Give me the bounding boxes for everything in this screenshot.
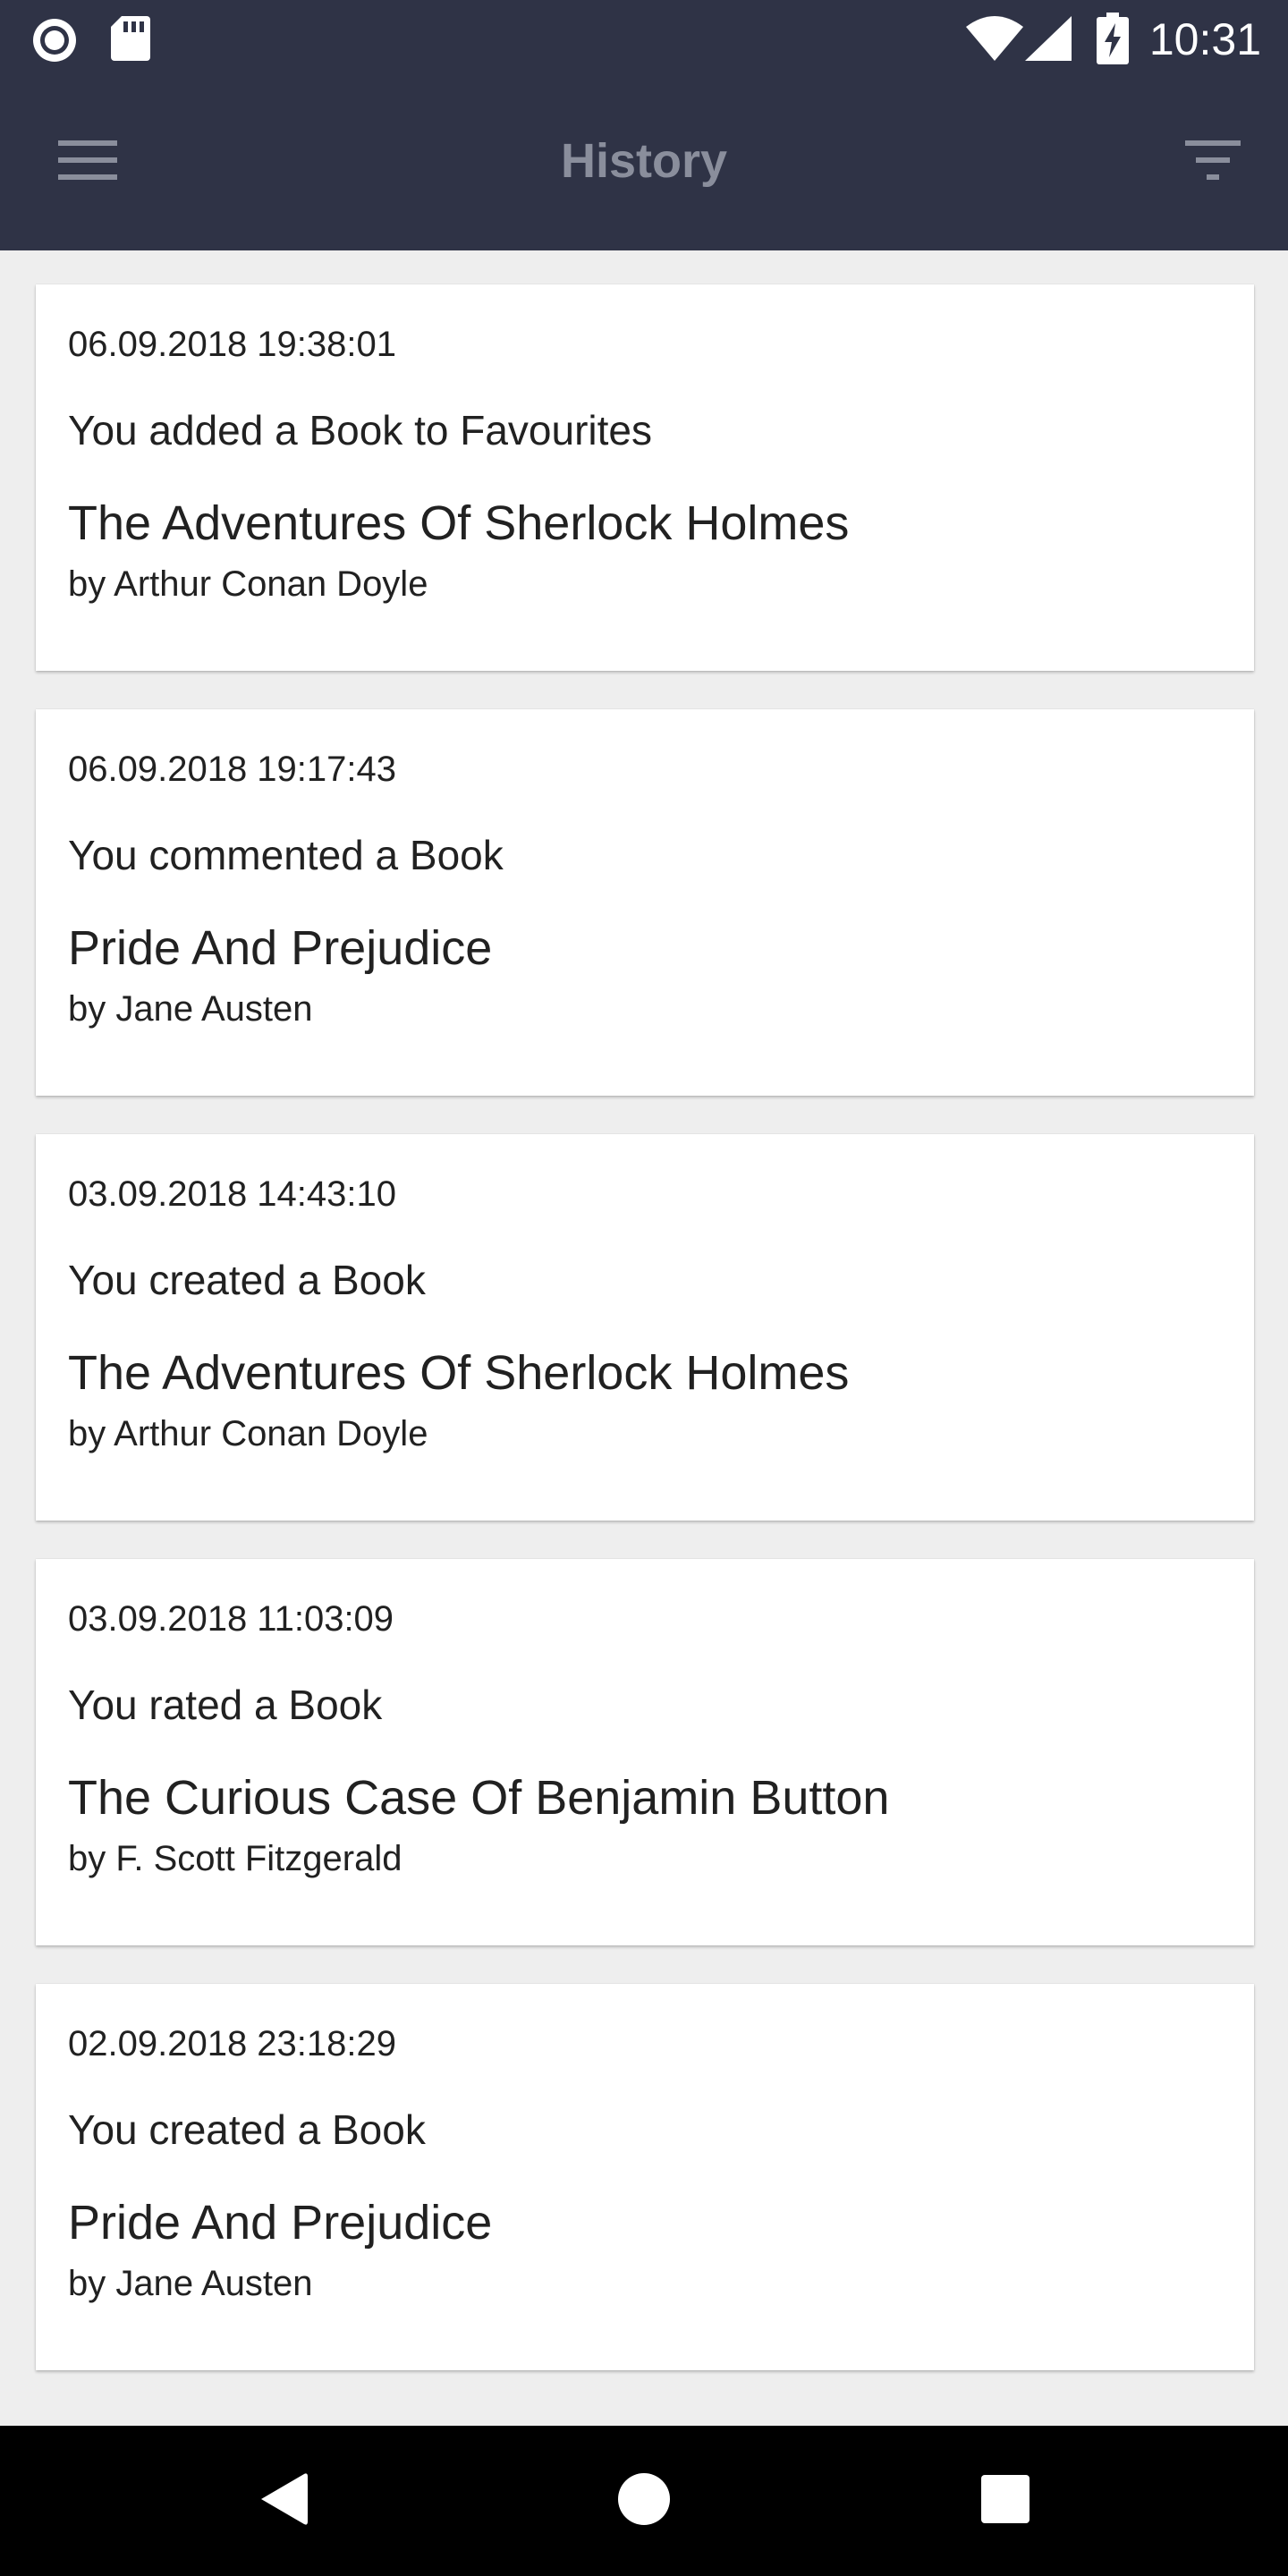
history-action: You added a Book to Favourites	[68, 407, 652, 453]
back-button[interactable]	[238, 2456, 327, 2546]
book-author: by Jane Austen	[68, 989, 313, 1029]
book-title: The Curious Case Of Benjamin Button	[68, 1771, 890, 1825]
home-button[interactable]	[599, 2456, 689, 2546]
book-author: by F. Scott Fitzgerald	[68, 1839, 402, 1878]
recording-circle-icon	[30, 16, 79, 69]
book-title: Pride And Prejudice	[68, 921, 493, 975]
book-title: Pride And Prejudice	[68, 2196, 493, 2250]
history-timestamp: 03.09.2018 14:43:10	[68, 1174, 397, 1214]
history-action: You rated a Book	[68, 1682, 383, 1728]
status-bar: 10:31	[0, 0, 1288, 79]
battery-charging-icon	[1097, 13, 1129, 69]
sd-card-icon	[111, 16, 150, 65]
history-action: You commented a Book	[68, 832, 504, 878]
history-timestamp: 06.09.2018 19:38:01	[68, 325, 397, 364]
history-card[interactable]: 03.09.2018 14:43:10 You created a Book T…	[36, 1134, 1254, 1521]
history-card[interactable]: 02.09.2018 23:18:29 You created a Book P…	[36, 1984, 1254, 2370]
filter-icon	[1185, 140, 1241, 184]
recents-button[interactable]	[961, 2456, 1050, 2546]
history-timestamp: 03.09.2018 11:03:09	[68, 1599, 394, 1639]
book-author: by Arthur Conan Doyle	[68, 564, 428, 604]
history-list: 06.09.2018 19:38:01 You added a Book to …	[36, 284, 1254, 2409]
page-title: History	[560, 134, 728, 188]
book-title: The Adventures Of Sherlock Holmes	[68, 1346, 850, 1400]
back-triangle-icon	[258, 2471, 308, 2531]
navigation-bar	[0, 2426, 1288, 2576]
home-circle-icon	[617, 2472, 671, 2530]
history-timestamp: 06.09.2018 19:17:43	[68, 750, 397, 789]
wifi-icon	[966, 16, 1023, 65]
status-time: 10:31	[1148, 14, 1261, 64]
history-timestamp: 02.09.2018 23:18:29	[68, 2024, 397, 2063]
history-card[interactable]: 06.09.2018 19:38:01 You added a Book to …	[36, 284, 1254, 671]
book-author: by Arthur Conan Doyle	[68, 1414, 428, 1453]
recents-square-icon	[981, 2474, 1030, 2528]
cell-signal-icon	[1025, 16, 1072, 65]
book-title: The Adventures Of Sherlock Holmes	[68, 496, 850, 550]
history-action: You created a Book	[68, 2106, 426, 2153]
book-author: by Jane Austen	[68, 2264, 313, 2303]
app-bar: History	[0, 79, 1288, 250]
history-card[interactable]: 03.09.2018 11:03:09 You rated a Book The…	[36, 1559, 1254, 1945]
filter-button[interactable]	[1177, 131, 1249, 193]
history-card[interactable]: 06.09.2018 19:17:43 You commented a Book…	[36, 709, 1254, 1096]
history-action: You created a Book	[68, 1257, 426, 1303]
